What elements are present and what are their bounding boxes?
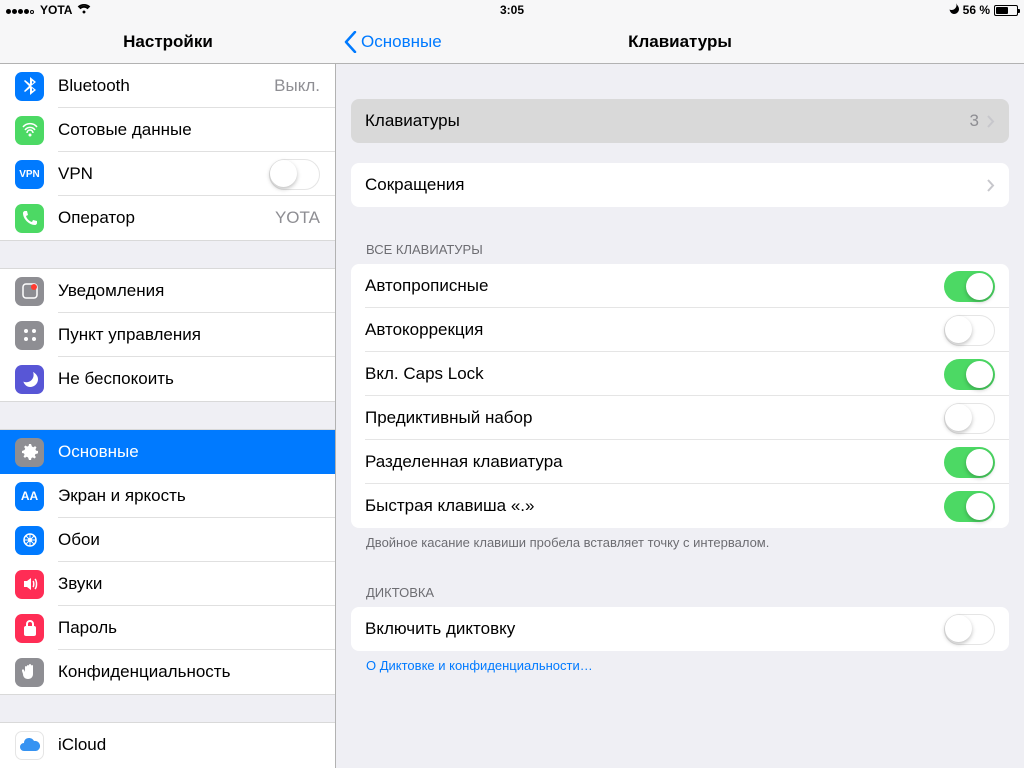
cell-label: Клавиатуры [365,111,460,131]
dictation-row: Включить диктовку [351,607,1009,651]
capslock-switch[interactable] [944,359,995,390]
sidebar-item-label: Экран и яркость [58,486,186,506]
carrier-label: YOTA [40,3,72,17]
sidebar-item-label: Не беспокоить [58,369,174,389]
wifi-icon [77,3,91,17]
cloud-icon [15,731,44,760]
detail-navbar: Основные Клавиатуры [336,20,1024,64]
lock-icon [15,614,44,643]
bluetooth-icon [15,72,44,101]
shortcuts-row[interactable]: Сокращения [351,163,1009,207]
clock: 3:05 [500,3,524,17]
cell-label: Разделенная клавиатура [365,452,563,472]
sidebar-item-value: Выкл. [274,76,320,96]
back-button[interactable]: Основные [344,31,442,53]
predictive-switch[interactable] [944,403,995,434]
period-switch[interactable] [944,491,995,522]
dnd-icon [948,3,959,17]
cell-label: Автопрописные [365,276,488,296]
period-footer: Двойное касание клавиши пробела вставляе… [366,535,1009,550]
sidebar-item-label: iCloud [58,735,106,755]
sidebar-item-carrier[interactable]: Оператор YOTA [0,196,335,240]
notifications-icon [15,277,44,306]
detail-title: Клавиатуры [628,32,732,52]
sidebar-title: Настройки [123,32,213,52]
sidebar-item-cellular[interactable]: Сотовые данные [0,108,335,152]
autocap-switch[interactable] [944,271,995,302]
gear-icon [15,438,44,467]
split-switch[interactable] [944,447,995,478]
speaker-icon [15,570,44,599]
dictation-switch[interactable] [944,614,995,645]
sidebar-item-label: Пароль [58,618,117,638]
signal-dots-icon [6,3,35,17]
cell-label: Предиктивный набор [365,408,532,428]
sidebar-item-wallpaper[interactable]: Обои [0,518,335,562]
battery-label: 56 % [963,3,990,17]
detail-pane[interactable]: Клавиатуры 3 Сокращения ВСЕ КЛАВИАТУРЫ А… [336,64,1024,768]
sidebar[interactable]: Bluetooth Выкл. Сотовые данные VPN VPN О… [0,64,336,768]
all-keyboards-header: ВСЕ КЛАВИАТУРЫ [366,242,1009,257]
cell-value: 3 [970,111,979,131]
sidebar-item-label: Уведомления [58,281,164,301]
cell-label: Быстрая клавиша «.» [365,496,534,516]
keyboards-row[interactable]: Клавиатуры 3 [351,99,1009,143]
predictive-row: Предиктивный набор [351,396,1009,440]
control-center-icon [15,321,44,350]
sidebar-item-sounds[interactable]: Звуки [0,562,335,606]
cell-label: Автокоррекция [365,320,483,340]
moon-icon [15,365,44,394]
sidebar-item-bluetooth[interactable]: Bluetooth Выкл. [0,64,335,108]
cell-label: Вкл. Caps Lock [365,364,484,384]
cell-label: Включить диктовку [365,619,515,639]
sidebar-item-label: Сотовые данные [58,120,192,140]
autocap-row: Автопрописные [351,264,1009,308]
autocorrect-row: Автокоррекция [351,308,1009,352]
battery-icon [994,5,1018,16]
cell-label: Сокращения [365,175,464,195]
status-bar: YOTA 3:05 56 % [0,0,1024,20]
sidebar-item-label: Звуки [58,574,102,594]
sidebar-item-label: VPN [58,164,93,184]
sidebar-item-label: Пункт управления [58,325,201,345]
display-icon: AA [15,482,44,511]
sidebar-item-control-center[interactable]: Пункт управления [0,313,335,357]
sidebar-item-label: Bluetooth [58,76,130,96]
sidebar-item-vpn[interactable]: VPN VPN [0,152,335,196]
sidebar-item-passcode[interactable]: Пароль [0,606,335,650]
sidebar-navbar: Настройки [0,20,336,64]
sidebar-item-label: Конфиденциальность [58,662,230,682]
sidebar-item-label: Обои [58,530,100,550]
split-row: Разделенная клавиатура [351,440,1009,484]
hand-icon [15,658,44,687]
dictation-privacy-link[interactable]: О Диктовке и конфиденциальности… [366,658,1009,673]
sidebar-item-dnd[interactable]: Не беспокоить [0,357,335,401]
chevron-right-icon [987,179,995,192]
dictation-header: ДИКТОВКА [366,585,1009,600]
sidebar-item-display[interactable]: AA Экран и яркость [0,474,335,518]
sidebar-item-privacy[interactable]: Конфиденциальность [0,650,335,694]
chevron-right-icon [987,115,995,128]
sidebar-item-general[interactable]: Основные [0,430,335,474]
chevron-left-icon [344,31,357,53]
sidebar-item-value: YOTA [275,208,320,228]
sidebar-item-label: Оператор [58,208,135,228]
sidebar-item-label: Основные [58,442,139,462]
wallpaper-icon [15,526,44,555]
vpn-toggle[interactable] [269,159,320,190]
sidebar-item-notifications[interactable]: Уведомления [0,269,335,313]
cellular-icon [15,116,44,145]
sidebar-item-icloud[interactable]: iCloud [0,723,335,767]
back-label: Основные [361,32,442,52]
vpn-icon: VPN [15,160,44,189]
capslock-row: Вкл. Caps Lock [351,352,1009,396]
autocorrect-switch[interactable] [944,315,995,346]
phone-icon [15,204,44,233]
period-row: Быстрая клавиша «.» [351,484,1009,528]
